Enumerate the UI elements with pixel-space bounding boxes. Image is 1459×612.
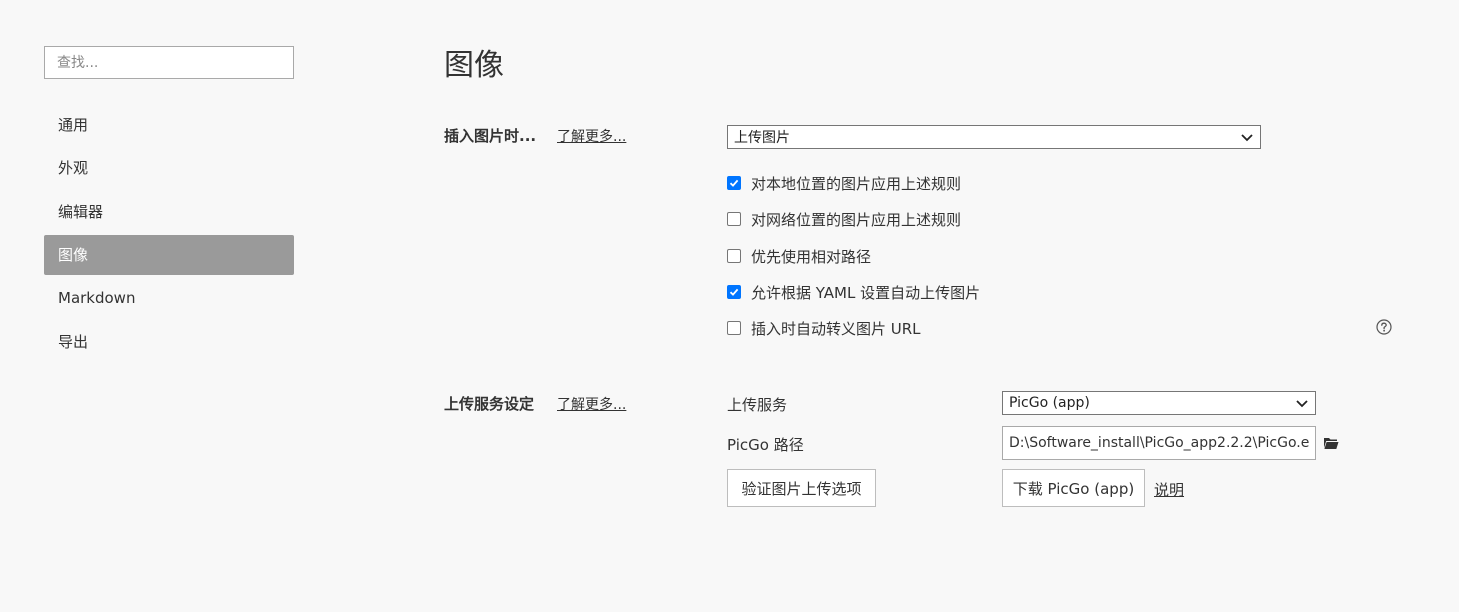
checkbox[interactable] <box>727 212 741 226</box>
option-escape-url[interactable]: 插入时自动转义图片 URL <box>727 318 921 338</box>
option-network-images[interactable]: 对网络位置的图片应用上述规则 <box>727 209 961 229</box>
sidebar-item-label: 外观 <box>58 159 89 177</box>
page-title: 图像 <box>444 48 504 83</box>
option-label: 对网络位置的图片应用上述规则 <box>751 210 962 229</box>
sidebar-item-label: 图像 <box>58 246 89 264</box>
help-icon[interactable] <box>1376 319 1392 335</box>
option-local-images[interactable]: 对本地位置的图片应用上述规则 <box>727 173 961 193</box>
insert-learn-more-link[interactable]: 了解更多... <box>557 126 626 146</box>
preferences-window: 通用 外观 编辑器 图像 Markdown 导出 图像 插入图片时... 了解更… <box>0 0 1459 612</box>
search-input[interactable] <box>44 46 294 79</box>
checkbox[interactable] <box>727 249 741 263</box>
upload-service-select[interactable]: PicGo (app) <box>1002 391 1316 415</box>
sidebar-item-label: 通用 <box>58 115 89 134</box>
option-relative-path[interactable]: 优先使用相对路径 <box>727 246 871 266</box>
insert-section-label: 插入图片时... <box>444 127 537 145</box>
verify-upload-button[interactable]: 验证图片上传选项 <box>727 469 876 507</box>
insert-action-value: 上传图片 <box>734 130 790 146</box>
picgo-path-input[interactable] <box>1002 426 1316 460</box>
option-label: 允许根据 YAML 设置自动上传图片 <box>751 283 981 302</box>
button-label: 验证图片上传选项 <box>741 479 862 498</box>
chevron-down-icon <box>1296 400 1308 408</box>
sidebar-item-appearance[interactable]: 外观 <box>44 148 294 188</box>
sidebar-nav: 通用 外观 编辑器 图像 Markdown 导出 <box>44 104 294 365</box>
option-label: 优先使用相对路径 <box>751 247 872 266</box>
insert-action-select[interactable]: 上传图片 <box>727 125 1261 149</box>
sidebar-item-label: 编辑器 <box>58 202 104 221</box>
upload-section-label: 上传服务设定 <box>444 395 535 413</box>
checkbox[interactable] <box>727 321 741 335</box>
checkmark-icon <box>729 179 739 187</box>
chevron-down-icon <box>1241 134 1253 142</box>
sidebar-item-label: 导出 <box>58 333 89 351</box>
picgo-path-label: PicGo 路径 <box>727 436 804 454</box>
option-label: 插入时自动转义图片 URL <box>751 319 921 338</box>
help-link[interactable]: 说明 <box>1154 479 1184 500</box>
option-label: 对本地位置的图片应用上述规则 <box>751 174 962 193</box>
sidebar-item-editor[interactable]: 编辑器 <box>44 191 294 231</box>
upload-service-value: PicGo (app) <box>1009 395 1090 411</box>
sidebar-item-export[interactable]: 导出 <box>44 322 294 362</box>
sidebar-item-image[interactable]: 图像 <box>44 234 294 275</box>
checkmark-icon <box>729 288 739 296</box>
button-label: 下载 PicGo (app) <box>1012 479 1135 498</box>
checkbox[interactable] <box>727 176 741 190</box>
sidebar-item-markdown[interactable]: Markdown <box>44 278 294 318</box>
option-yaml-upload[interactable]: 允许根据 YAML 设置自动上传图片 <box>727 282 980 302</box>
upload-service-label: 上传服务 <box>727 396 788 414</box>
checkbox[interactable] <box>727 285 741 299</box>
sidebar-item-label: Markdown <box>58 289 136 307</box>
download-picgo-button[interactable]: 下载 PicGo (app) <box>1002 469 1145 507</box>
upload-learn-more-link[interactable]: 了解更多... <box>557 394 626 414</box>
sidebar-item-general[interactable]: 通用 <box>44 104 294 144</box>
folder-icon[interactable] <box>1323 436 1339 450</box>
